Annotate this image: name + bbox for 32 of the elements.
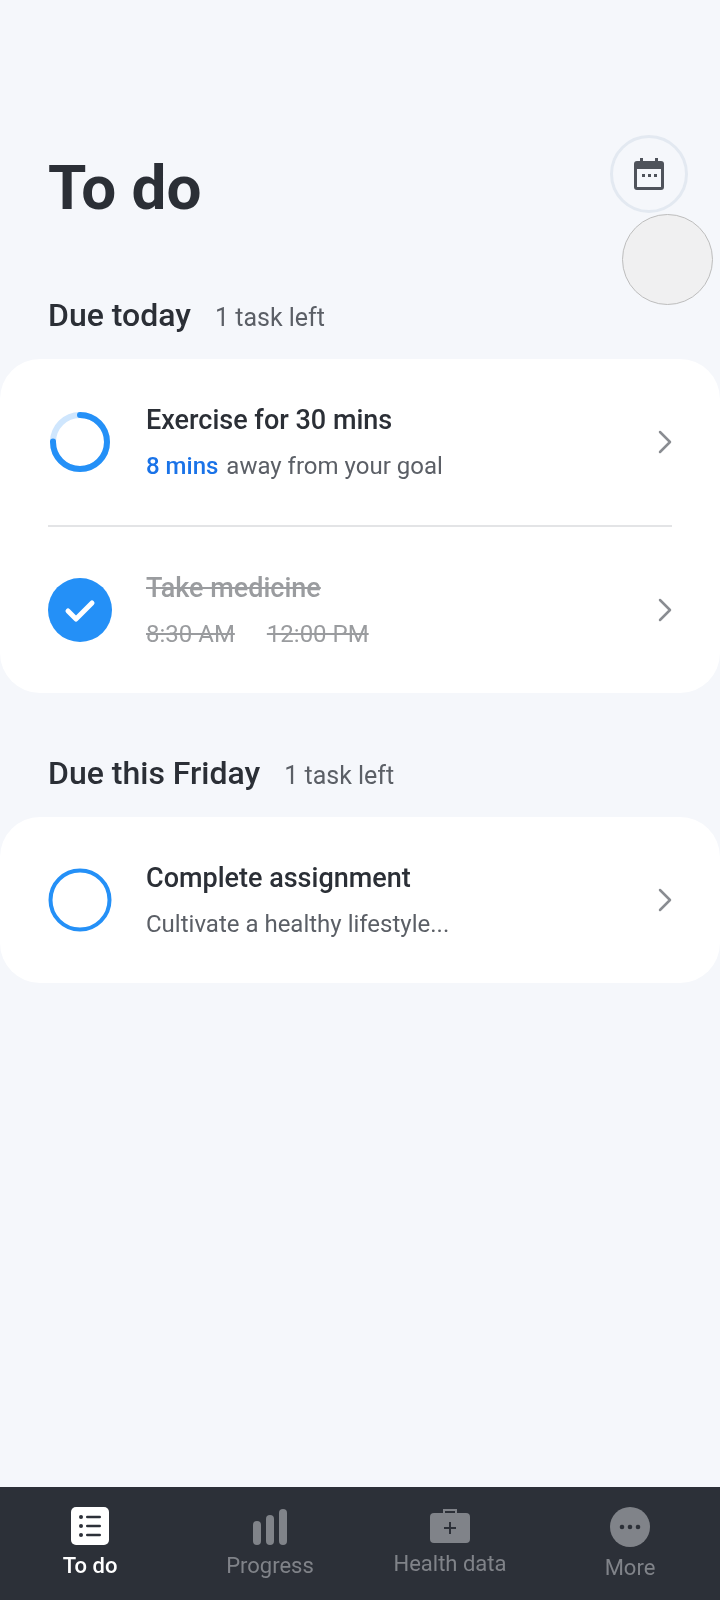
calendar-button[interactable] [610,135,688,213]
nav-tab[interactable]: Progress [180,1507,360,1600]
checked-circle-icon[interactable] [48,578,112,642]
task-row[interactable]: Complete assignment Cultivate a healthy lifestyle... [0,817,720,983]
task-count: 1 task left [284,760,395,792]
calendar-icon [634,158,664,190]
chevron-right-icon [658,888,672,912]
task-row[interactable]: Exercise for 30 mins 8 mins away from your goal [0,359,720,525]
section-title: Due this Friday [48,753,261,794]
task-title: Exercise for 30 mins [146,402,394,438]
task-time: 8:30 AM [146,619,235,651]
page-title: To do [48,157,202,219]
more-icon [610,1507,650,1547]
chevron-right-icon [658,430,672,454]
task-title: Take medicine [146,570,322,606]
task-subtitle: Cultivate a healthy lifestyle... [146,909,450,941]
nav-tab[interactable]: Health data [360,1507,540,1600]
remaining-time: 8 mins [146,451,219,483]
progress-ring-icon [48,410,112,474]
nav-tab[interactable]: To do [0,1507,180,1600]
bar-chart-icon [251,1507,289,1545]
list-icon [71,1507,109,1545]
nav-tab[interactable]: More [540,1507,720,1600]
task-count: 1 task left [214,302,325,334]
task-title: Complete assignment [146,860,412,896]
task-time: 12:00 PM [266,619,369,651]
task-row[interactable]: Take medicine 8:30 AM 12:00 PM [0,527,720,693]
unchecked-circle-icon[interactable] [48,868,112,932]
medical-bag-icon [430,1507,470,1543]
section-title: Due today [48,295,191,336]
task-subtitle: away from your goal [226,451,443,483]
chevron-right-icon [658,598,672,622]
